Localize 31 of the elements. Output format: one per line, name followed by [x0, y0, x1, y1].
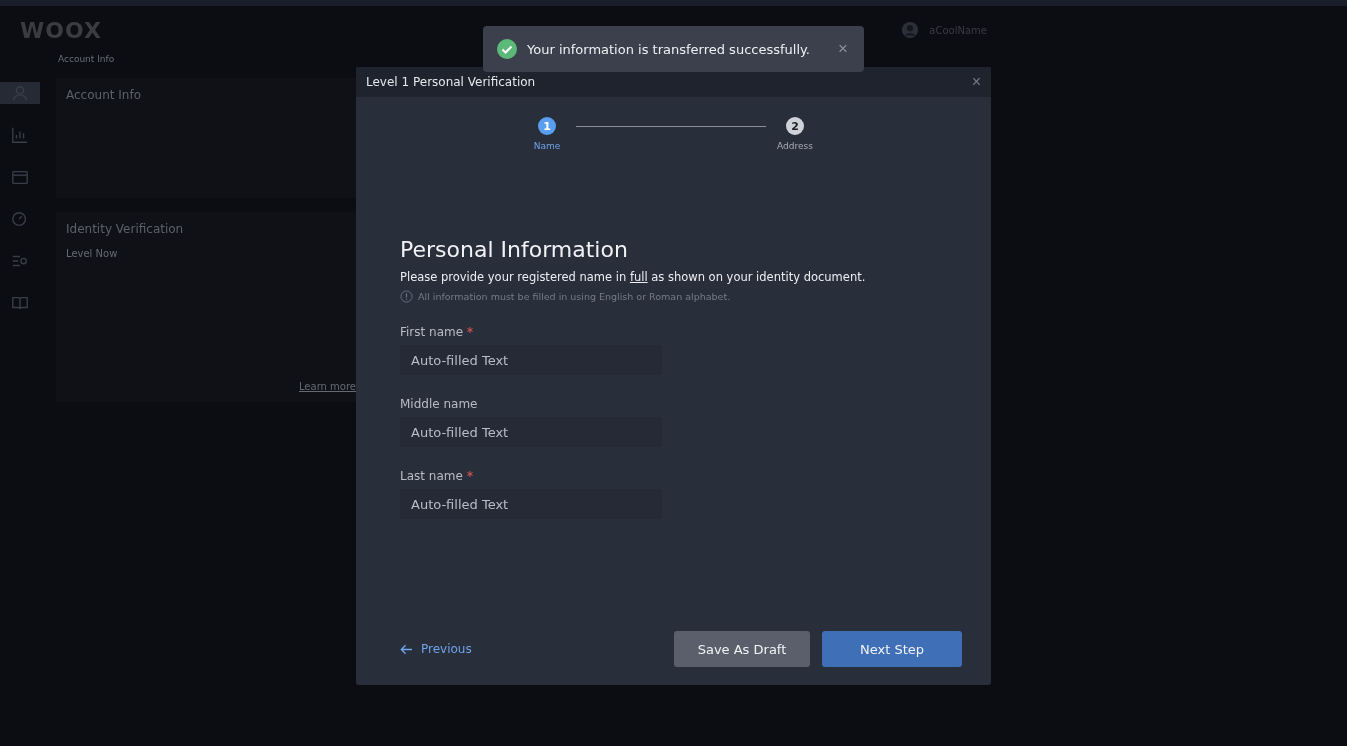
check-circle-icon — [497, 39, 517, 59]
toast-message: Your information is transferred successfully. — [527, 41, 810, 57]
step-number: 1 — [538, 117, 556, 135]
step-number: 2 — [786, 117, 804, 135]
input-field[interactable]: Auto-filled Text — [400, 489, 662, 519]
field-label: Middle name — [400, 397, 478, 411]
next-step-button[interactable]: Next Step — [822, 631, 962, 667]
note-text: All information must be filled in using English or Roman alphabet. — [418, 291, 731, 302]
full-link[interactable]: full — [629, 270, 648, 284]
step-label: Address — [777, 141, 813, 151]
input-field[interactable]: Auto-filled Text — [400, 417, 662, 447]
step-label: Name — [533, 141, 561, 151]
sidebar-user-icon[interactable] — [0, 82, 40, 104]
section-title: Account Info — [66, 88, 142, 102]
info-icon — [400, 290, 413, 303]
close-button[interactable]: × — [836, 39, 850, 59]
nav-tab[interactable]: Account Info — [58, 54, 115, 64]
dialog-title: Level 1 Personal Verification — [366, 75, 536, 89]
arrow-left-icon — [400, 642, 413, 656]
level-label: Level Now — [66, 248, 119, 259]
avatar-icon[interactable] — [901, 21, 920, 39]
form-heading: Personal Information — [400, 237, 629, 262]
learn-more-link[interactable]: Learn more — [298, 381, 356, 392]
field-label: First name — [400, 325, 464, 339]
close-button[interactable]: × — [971, 73, 981, 91]
section-title: Identity Verification — [66, 222, 185, 236]
save-draft-button[interactable]: Save As Draft — [674, 631, 810, 667]
previous-button[interactable]: Previous — [400, 642, 472, 656]
input-field[interactable]: Auto-filled Text — [400, 345, 662, 375]
field-label: Last name — [400, 469, 463, 483]
instruction-text: Please provide your registered name in full as shown on your identity document. — [400, 270, 867, 284]
